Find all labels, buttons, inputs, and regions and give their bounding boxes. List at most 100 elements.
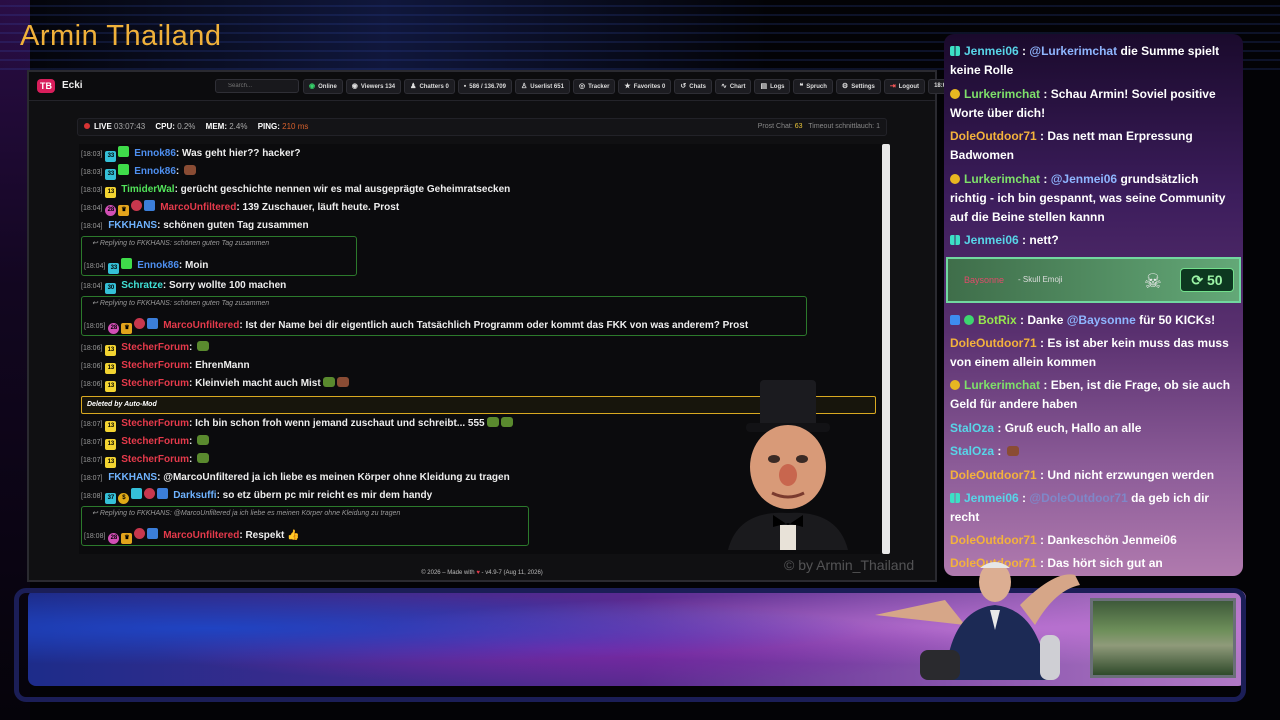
subscriber-badge-icon: 30 [105, 283, 117, 294]
subscriber-badge-icon: 13 [105, 421, 117, 432]
reply-reference: ↩ Replying to FKKHANS: @MarcoUnfiltered … [92, 510, 401, 517]
chat-message: [18:04] 33 Ennok86: Moin [84, 258, 208, 274]
file-icon: ▤ [760, 83, 768, 90]
signal-icon: ◉ [309, 83, 316, 90]
eye-icon: ◉ [351, 83, 358, 90]
reply-reference: ↩ Replying to FKKHANS: schönen guten Tag… [92, 300, 270, 307]
emote-icon [1006, 446, 1019, 456]
chart-icon: ∿ [720, 83, 727, 90]
subscriber-badge-icon: 13 [105, 457, 117, 468]
chat-message: [18:06] 13 StecherForum: EhrenMann [81, 358, 250, 374]
logout-button[interactable]: ⇥ Logout [883, 79, 926, 94]
channel-name: Ecki [62, 80, 83, 91]
users-icon: ♟ [410, 83, 417, 90]
chatters-button[interactable]: ♟ Chatters 0 [404, 79, 455, 94]
coin-icon: ⟳ [1191, 272, 1204, 288]
verified-icon [964, 315, 974, 325]
moderator-badge-icon [147, 318, 159, 329]
window-camera-view [1090, 598, 1236, 678]
history-icon: ↺ [680, 83, 687, 90]
messages-button[interactable]: ▪ 586 / 136.709 [457, 79, 512, 94]
quote-icon: ❝ [799, 83, 804, 90]
app-logo[interactable]: TB [37, 79, 55, 93]
status-bar: LIVE 03:07:43 CPU: 0.2% MEM: 2.4% PING: … [77, 118, 887, 136]
subscriber-badge-icon: 28 [105, 205, 117, 216]
viewers-button[interactable]: ◉ Viewers 134 [345, 79, 402, 94]
subscriber-badge-icon: 13 [105, 187, 117, 198]
overlay-message: DoleOutdoor71 : Das nett man Erpressung … [950, 129, 1193, 162]
chat-message: [18:04] 30 Schratze: Sorry wollte 100 mac… [81, 278, 286, 294]
chat-message: [18:03] 13 TimiderWal: gerücht geschichte… [81, 182, 510, 198]
mascot-illustration [728, 380, 848, 550]
spruch-button[interactable]: ❝ Spruch [793, 79, 833, 94]
overlay-message: BotRix : Danke @Baysonne für 50 KICKs! [950, 311, 1235, 330]
mem-value: 2.4% [229, 122, 248, 131]
moderator-badge-icon [144, 200, 156, 211]
favorites-button[interactable]: ★ Favorites 0 [618, 79, 672, 94]
search-input[interactable] [215, 79, 299, 93]
chat-message: [18:08] 37 $ Darksuffi: so etz übern pc mi… [81, 488, 432, 504]
overlay-message: StalOza : Gruß euch, Hallo an alle [950, 421, 1142, 435]
overlay-message: Lurkerimchat : Schau Armin! Soviel posit… [950, 87, 1216, 120]
chat-message: [18:05] 28 ♛ MarcoUnfiltered: Ist der Name… [84, 318, 748, 334]
subscriber-badge-icon: 33 [108, 263, 120, 274]
emote-icon [197, 453, 210, 463]
subscriber-grid-icon [950, 235, 960, 245]
settings-button[interactable]: ⚙ Settings [835, 79, 881, 94]
emote-icon [500, 417, 513, 427]
chat-message: [18:07] 13 StecherForum: [81, 452, 210, 468]
emote-icon [197, 435, 210, 445]
userlist-button[interactable]: ♙ Userlist 651 [514, 79, 570, 94]
ping-value: 210 ms [282, 122, 309, 131]
moderator-badge-icon [157, 488, 169, 499]
subscriber-badge-icon: 33 [105, 169, 117, 180]
logout-icon: ⇥ [889, 83, 896, 90]
chats-button[interactable]: ↺ Chats [674, 79, 712, 94]
gear-icon: ⚙ [841, 83, 849, 90]
overlay-message: Jenmei06 : @Lurkerimchat die Summe spiel… [950, 44, 1220, 77]
subscriber-badge-icon: 13 [105, 345, 117, 356]
skull-icon: ☠ [1144, 271, 1162, 293]
overlay-message: Jenmei06 : nett? [950, 231, 1235, 250]
emote-icon [322, 377, 335, 387]
overlay-message: Lurkerimchat : Eben, ist die Frage, ob s… [950, 378, 1231, 411]
crown-badge-icon: ♛ [121, 323, 133, 334]
thumbs-up-emoji-icon: 👍 [287, 530, 300, 541]
stream-chat-overlay: Jenmei06 : @Lurkerimchat die Summe spiel… [944, 34, 1243, 576]
overlay-message: DoleOutdoor71 : Es ist aber kein muss da… [950, 336, 1229, 369]
logs-button[interactable]: ▤ Logs [754, 79, 791, 94]
star-icon: ★ [624, 83, 631, 90]
user-icon: ♙ [520, 83, 528, 90]
emote-icon [336, 377, 349, 387]
chat-message: [18:04] 28 ♛ MarcoUnfiltered: 139 Zuschaue… [81, 200, 399, 216]
overlay-message: Lurkerimchat : @Jenmei06 grundsätzlich r… [950, 172, 1226, 224]
crown-badge-icon: ♛ [118, 205, 130, 216]
subscriber-badge-icon: 13 [105, 439, 117, 450]
gift-badge-icon [118, 146, 130, 157]
online-button[interactable]: ◉ Online [303, 79, 343, 94]
chat-message: [18:04] FKKHANS: schönen guten Tag zusam… [81, 220, 309, 231]
live-indicator-icon [84, 123, 90, 129]
toolbar-buttons: ◉ Online ◉ Viewers 134 ♟ Chatters 0 ▪ 586 / … [303, 79, 956, 95]
streamer-webcam [875, 562, 1080, 680]
reply-reference: ↩ Replying to FKKHANS: schönen guten Tag… [92, 240, 270, 247]
chat-message: [18:03] 33 Ennok86: [81, 164, 196, 180]
chart-button[interactable]: ∿ Chart [714, 79, 752, 94]
grid-badge-icon [131, 488, 143, 499]
chat-message: [18:07] 13 StecherForum: Ich bin schon fr… [81, 416, 513, 432]
chat-scrollbar[interactable] [882, 144, 890, 554]
emote-icon [486, 417, 499, 427]
overlay-message: Jenmei06 : @DoleOutdoor71 da geb ich dir… [950, 491, 1210, 524]
money-badge-icon: $ [118, 493, 130, 504]
crown-badge-icon: ♛ [121, 533, 133, 544]
reply-message: ↩ Replying to FKKHANS: schönen guten Tag… [81, 296, 807, 336]
subscriber-grid-icon [950, 493, 960, 503]
chat-icon: ▪ [463, 83, 467, 90]
tracker-button[interactable]: ◎ Tracker [572, 79, 616, 94]
flag-badge-icon [134, 528, 146, 539]
subscriber-badge-icon: 13 [105, 381, 117, 392]
flag-badge-icon [134, 318, 146, 329]
subscriber-grid-icon [950, 46, 960, 56]
status-counters: Prost Chat: 63 Timeout schnittlauch: 1 [757, 123, 880, 130]
overlay-message: StalOza : [950, 442, 1235, 461]
